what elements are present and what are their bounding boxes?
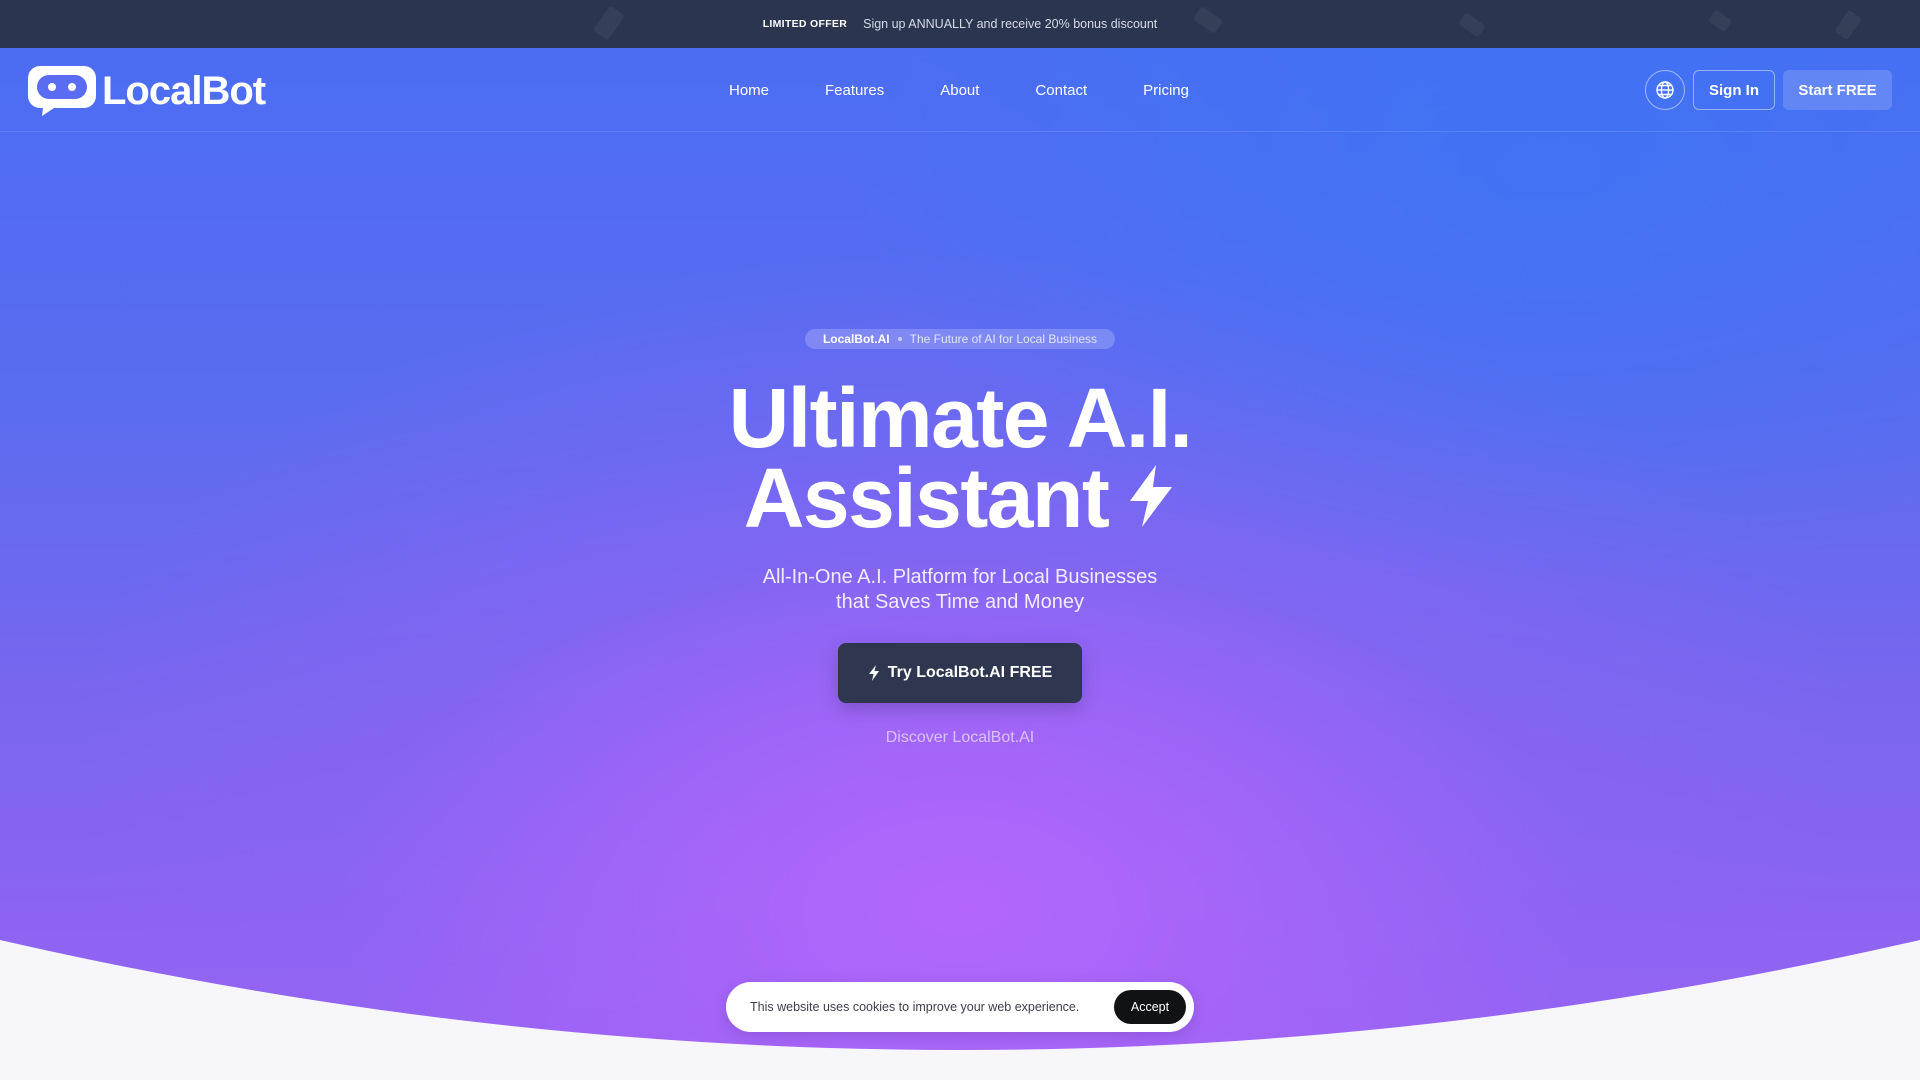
try-free-button[interactable]: Try LocalBot.AI FREE — [838, 643, 1082, 703]
lightning-bolt-icon — [1126, 458, 1176, 538]
try-free-button-label: Try LocalBot.AI FREE — [887, 664, 1053, 681]
pill-text: The Future of AI for Local Business — [909, 332, 1098, 346]
logo-text: LocalBot — [102, 68, 266, 113]
nav-link-pricing[interactable]: Pricing — [1115, 82, 1217, 99]
nav-link-contact[interactable]: Contact — [1007, 82, 1115, 99]
pill-brand: LocalBot.AI — [822, 332, 890, 346]
cookie-text: This website uses cookies to improve you… — [750, 1000, 1080, 1014]
logo[interactable]: LocalBot — [28, 64, 266, 118]
subtitle-line-1: All-In-One A.I. Platform for Local Busin… — [762, 566, 1158, 588]
headline-line-1: Ultimate A.I. — [728, 371, 1193, 465]
lightning-bolt-icon — [868, 665, 879, 681]
pill-separator — [897, 337, 902, 341]
accept-cookies-button[interactable]: Accept — [1114, 990, 1186, 1024]
nav-link-features[interactable]: Features — [797, 82, 912, 99]
globe-icon — [1656, 81, 1674, 99]
navbar: LocalBot Home Features About Contact Pri… — [0, 48, 1920, 132]
subtitle-line-2: that Saves Time and Money — [836, 591, 1084, 613]
hero-content: LocalBot.AI The Future of AI for Local B… — [0, 0, 1920, 1080]
discover-link[interactable]: Discover LocalBot.AI — [760, 729, 1160, 747]
nav-link-home[interactable]: Home — [701, 82, 797, 99]
sign-in-button[interactable]: Sign In — [1693, 70, 1775, 110]
hero-headline: Ultimate A.I. Assistant — [560, 371, 1360, 545]
headline-line-2: Assistant — [743, 451, 1177, 545]
start-free-button[interactable]: Start FREE — [1783, 70, 1892, 110]
robot-chat-logo-icon — [28, 66, 96, 116]
headline-line-2-text: Assistant — [743, 451, 1110, 545]
tagline-pill: LocalBot.AI The Future of AI for Local B… — [805, 329, 1115, 349]
main-menu: Home Features About Contact Pricing — [701, 48, 1217, 132]
hero-subtitle: All-In-One A.I. Platform for Local Busin… — [660, 565, 1260, 615]
cookie-banner: This website uses cookies to improve you… — [726, 982, 1194, 1032]
nav-link-about[interactable]: About — [912, 82, 1007, 99]
language-button[interactable] — [1645, 70, 1685, 110]
